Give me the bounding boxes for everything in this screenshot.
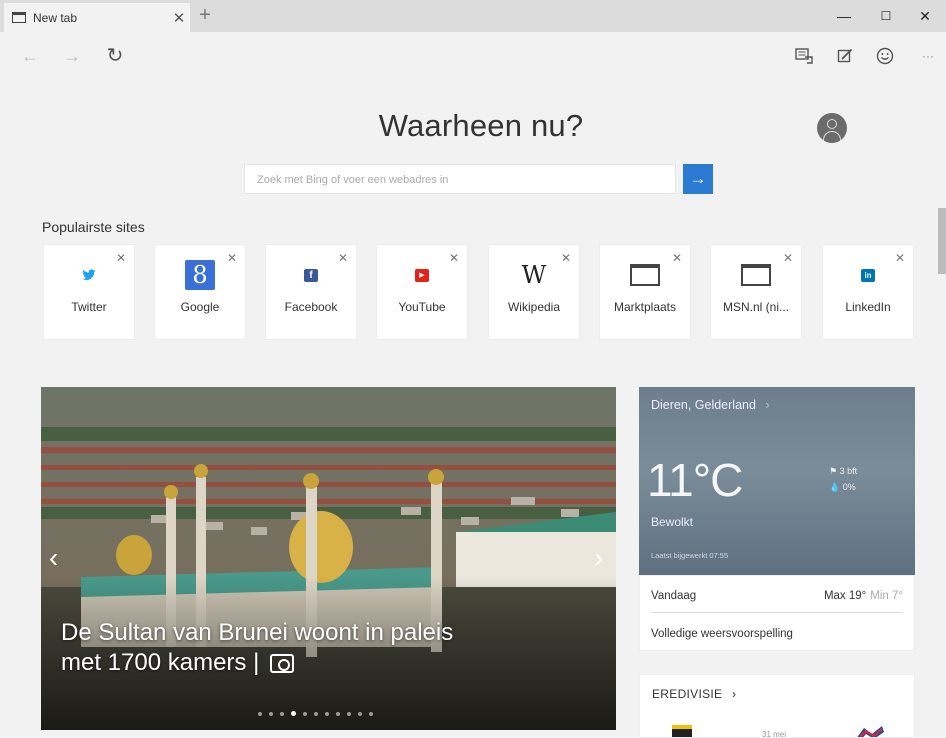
divider [651,612,903,613]
tile-label: MSN.nl (ni... [722,300,789,314]
scrollbar-thumb[interactable] [938,208,946,274]
carousel-dot[interactable] [314,711,318,716]
window-icon [630,264,660,286]
team-logo-icon [857,726,884,737]
site-tile-google[interactable]: ✕ 8 Google [154,244,246,340]
close-window-button[interactable]: ✕ [904,0,946,32]
weather-temperature: 11°C [647,454,743,506]
site-tile-marktplaats[interactable]: ✕ Marktplaats [599,244,691,340]
carousel-dot[interactable] [258,711,262,716]
team-logo-icon [672,725,692,737]
twitter-icon [82,269,96,281]
carousel-dot[interactable] [291,711,296,716]
tab-new-tab[interactable]: New tab ✕ [4,3,190,32]
match-date: 31 mei [762,730,787,738]
forecast-card: Vandaag Max 19° Min 7° Volledige weersvoo… [639,575,915,651]
weather-card[interactable]: Dieren, Gelderland › 11°C ⚑ 3 bft 💧 0% B… [639,387,915,575]
hero-next-button[interactable]: › [594,542,603,574]
tile-label: LinkedIn [845,300,891,314]
weather-location[interactable]: Dieren, Gelderland › [651,398,770,412]
carousel-dot[interactable] [325,711,329,716]
page-title: Waarheen nu? [378,108,584,143]
tab-close-icon[interactable]: ✕ [168,9,190,27]
chevron-right-icon: › [765,398,770,412]
hero-prev-button[interactable]: ‹ [49,542,58,574]
weather-details: ⚑ 3 bft 💧 0% [829,466,858,492]
youtube-icon: ▶ [415,268,429,282]
feedback-button[interactable] [871,42,899,70]
carousel-dots [41,711,616,716]
page-scrollbar[interactable] [936,78,946,738]
site-tile-facebook[interactable]: ✕ f Facebook [265,244,357,340]
full-forecast-link[interactable]: Volledige weersvoorspelling [651,628,793,640]
window-icon [741,264,771,286]
camera-icon [270,654,294,674]
weather-updated: Laatst bijgewerkt 07:55 [651,551,729,560]
hero-headline-line1: De Sultan van Brunei woont in paleis [61,619,454,646]
site-tile-linkedin[interactable]: ✕ in LinkedIn [822,244,914,340]
tile-label: Wikipedia [507,300,561,314]
minimize-button[interactable]: — [823,0,865,32]
sports-title[interactable]: EREDIVISIE › [652,687,736,701]
forecast-today: Vandaag Max 19° Min 7° [651,590,903,602]
site-tile-twitter[interactable]: ✕ Twitter [43,244,135,340]
more-menu-button[interactable]: ··· [914,42,942,70]
tile-label: Marktplaats [613,300,677,314]
smiley-icon [876,47,894,65]
carousel-dot[interactable] [358,711,362,716]
eredivisie-card[interactable]: EREDIVISIE › 31 mei [639,674,915,738]
carousel-dot[interactable] [369,711,373,716]
carousel-dot[interactable] [303,711,307,716]
title-bar: New tab ✕ + — ☐ ✕ [0,0,946,32]
reading-view-button[interactable] [790,42,818,70]
top-sites-heading: Populairste sites [42,219,145,235]
carousel-dot[interactable] [280,711,284,716]
site-tile-msn[interactable]: ✕ MSN.nl (ni... [710,244,802,340]
refresh-button[interactable]: ↻ [101,42,129,70]
search-go-button[interactable]: → [683,164,713,194]
tab-page-icon [12,12,26,23]
chevron-right-icon: › [732,687,737,701]
wind-icon: ⚑ [829,466,838,476]
new-tab-button[interactable]: + [193,3,217,29]
user-avatar-icon[interactable] [817,113,847,143]
carousel-dot[interactable] [336,711,340,716]
forecast-max: Max 19° [823,590,867,602]
hero-photo [41,387,616,730]
facebook-icon: f [304,268,318,282]
carousel-dot[interactable] [269,711,273,716]
reading-view-icon [795,48,813,64]
web-note-icon [837,48,853,63]
forecast-min: Min 7° [870,590,903,602]
tile-label: YouTube [398,300,446,314]
back-button[interactable]: ← [16,42,44,70]
linkedin-icon: in [861,268,875,282]
search-input[interactable]: Zoek met Bing of voer een webadres in [244,164,676,194]
wikipedia-icon: W [521,261,547,289]
site-tile-wikipedia[interactable]: ✕ W Wikipedia [488,244,580,340]
google-icon: 8 [185,260,215,290]
web-note-button[interactable] [831,42,859,70]
hero-headline-line2: met 1700 kamers | [61,649,260,676]
news-hero-card[interactable]: ‹ › De Sultan van Brunei woont in paleis… [41,387,616,730]
site-tile-youtube[interactable]: ✕ ▶ YouTube [376,244,468,340]
weather-condition: Bewolkt [651,515,694,529]
forward-button[interactable]: → [58,42,86,70]
tile-label: Twitter [71,300,107,314]
tile-label: Facebook [284,300,338,314]
carousel-dot[interactable] [347,711,351,716]
raindrop-icon: 💧 [829,482,841,492]
hero-headline[interactable]: De Sultan van Brunei woont in paleis met… [61,618,531,678]
navigation-bar: ← → ↻ ··· [0,32,946,78]
tile-label: Google [180,300,220,314]
tab-title: New tab [33,10,78,25]
maximize-button[interactable]: ☐ [865,0,907,32]
